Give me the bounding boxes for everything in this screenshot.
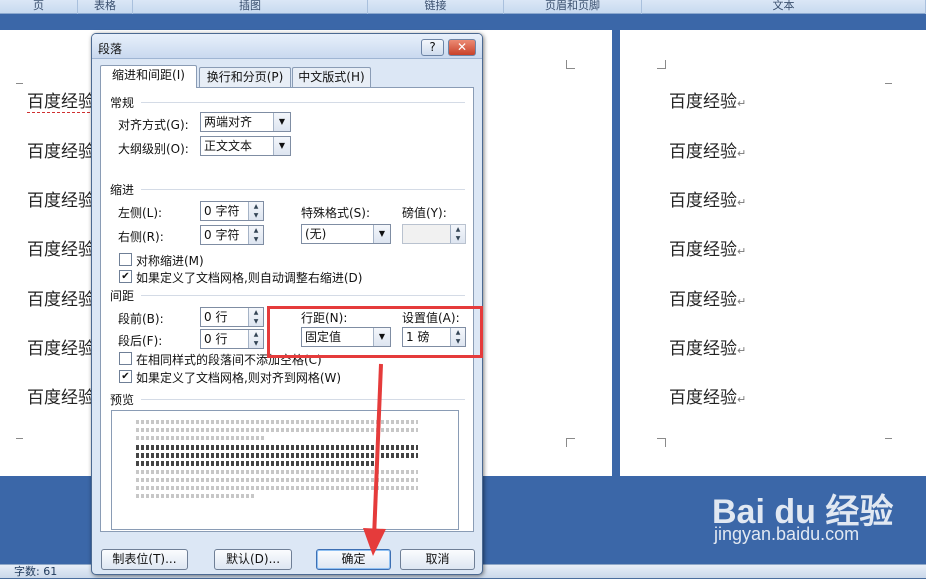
outline-level-select[interactable]: 正文文本 ▼ [200, 136, 291, 156]
tab-line-page-breaks[interactable]: 换行和分页(P) [199, 67, 291, 87]
preview-previous-line [136, 436, 266, 440]
ribbon-group-pages[interactable]: 页 [0, 0, 78, 14]
paragraph-line: 百度经验 [27, 388, 95, 408]
margin-mark [566, 60, 575, 69]
word-count[interactable]: 字数: 61 [14, 565, 57, 579]
dialog-titlebar[interactable]: 段落 ? ✕ [92, 34, 482, 59]
spinner-arrows-icon[interactable]: ▲ ▼ [248, 226, 263, 244]
section-indent-heading: 缩进 [110, 183, 135, 197]
space-before-label: 段前(B): [118, 312, 164, 326]
section-preview-heading: 预览 [110, 393, 135, 407]
auto-adjust-indent-checkbox[interactable]: ✔ [119, 270, 132, 283]
close-button[interactable]: ✕ [448, 39, 476, 56]
paragraph-line: 百度经验↵ [669, 191, 747, 211]
ribbon-group-header-footer[interactable]: 页眉和页脚 [504, 0, 642, 14]
watermark-url: jingyan.baidu.com [714, 524, 860, 544]
document-page-right[interactable]: 百度经验↵ 百度经验↵ 百度经验↵ 百度经验↵ 百度经验↵ 百度经验↵ 百度经验… [620, 30, 926, 476]
margin-mark [16, 75, 23, 84]
section-spacing-heading: 间距 [110, 289, 135, 303]
indent-by-spinner[interactable]: ▲ ▼ [402, 224, 466, 244]
section-divider [141, 295, 465, 296]
spinner-arrows-icon[interactable]: ▲ ▼ [248, 308, 263, 326]
ribbon-group-text[interactable]: 文本 [642, 0, 926, 14]
paragraph-line: 百度经验↵ [669, 92, 747, 112]
outline-level-label: 大纲级别(O): [118, 142, 189, 156]
paragraph-preview [111, 410, 459, 530]
paragraph-line: 百度经验 [27, 240, 95, 260]
chevron-down-icon: ▼ [273, 137, 290, 155]
preview-following-line [136, 494, 256, 498]
section-divider [141, 189, 465, 190]
mirror-indent-label: 对称缩进(M) [136, 254, 204, 268]
paragraph-line: 百度经验 [27, 92, 95, 113]
indent-left-label: 左侧(L): [118, 206, 163, 220]
ribbon-group-illustrations[interactable]: 插图 [133, 0, 368, 14]
indent-right-spinner[interactable]: 0 字符 ▲ ▼ [200, 225, 264, 245]
preview-current-line [136, 461, 376, 466]
annotation-arrow [363, 363, 386, 556]
no-space-same-style-checkbox[interactable] [119, 352, 132, 365]
ribbon-group-links[interactable]: 链接 [368, 0, 504, 14]
paragraph-line: 百度经验 [27, 290, 95, 310]
indent-left-spinner[interactable]: 0 字符 ▲ ▼ [200, 201, 264, 221]
margin-mark [657, 438, 666, 447]
spinner-arrows-icon[interactable]: ▲ ▼ [248, 330, 263, 348]
paragraph-line: 百度经验↵ [669, 290, 747, 310]
set-default-button[interactable]: 默认(D)... [214, 549, 292, 570]
margin-mark [16, 438, 23, 447]
alignment-label: 对齐方式(G): [118, 118, 189, 132]
margin-mark [566, 438, 575, 447]
tabs-button[interactable]: 制表位(T)... [101, 549, 188, 570]
mirror-indent-checkbox[interactable] [119, 253, 132, 266]
snap-to-grid-checkbox[interactable]: ✔ [119, 370, 132, 383]
snap-to-grid-label: 如果定义了文档网格,则对齐到网格(W) [136, 371, 342, 385]
chevron-down-icon: ▼ [373, 225, 390, 243]
margin-mark [657, 60, 666, 69]
paragraph-line: 百度经验 [27, 191, 95, 211]
spinner-arrows-icon[interactable]: ▲ ▼ [450, 225, 465, 243]
indent-by-label: 磅值(Y): [402, 206, 447, 220]
paragraph-line: 百度经验↵ [669, 339, 747, 359]
auto-adjust-indent-label: 如果定义了文档网格,则自动调整右缩进(D) [136, 271, 363, 285]
special-format-label: 特殊格式(S): [301, 206, 371, 220]
alignment-select[interactable]: 两端对齐 ▼ [200, 112, 291, 132]
paragraph-line: 百度经验↵ [669, 142, 747, 162]
paragraph-line: 百度经验↵ [669, 240, 747, 260]
section-divider [141, 399, 465, 400]
dialog-title: 段落 [98, 42, 123, 56]
paragraph-line: 百度经验 [27, 142, 95, 162]
space-after-label: 段后(F): [118, 334, 163, 348]
section-divider [141, 102, 465, 103]
section-general-heading: 常规 [110, 96, 135, 110]
spinner-arrows-icon[interactable]: ▲ ▼ [248, 202, 263, 220]
help-button[interactable]: ? [421, 39, 444, 56]
paragraph-line: 百度经验↵ [669, 388, 747, 408]
space-before-spinner[interactable]: 0 行 ▲ ▼ [200, 307, 264, 327]
paragraph-line: 百度经验 [27, 339, 95, 359]
indent-right-label: 右侧(R): [118, 230, 164, 244]
paragraph-dialog: 段落 ? ✕ 缩进和间距(I) 换行和分页(P) 中文版式(H) 常规 对齐方式… [91, 33, 483, 575]
highlight-box [267, 306, 483, 358]
special-format-select[interactable]: (无) ▼ [301, 224, 391, 244]
cancel-button[interactable]: 取消 [400, 549, 475, 570]
tab-indents-spacing[interactable]: 缩进和间距(I) [100, 65, 197, 88]
ribbon-group-bar: 页 表格 插图 链接 页眉和页脚 文本 [0, 0, 926, 14]
margin-mark [885, 438, 892, 447]
space-after-spinner[interactable]: 0 行 ▲ ▼ [200, 329, 264, 349]
chevron-down-icon: ▼ [273, 113, 290, 131]
ribbon-group-tables[interactable]: 表格 [78, 0, 133, 14]
tab-asian-typography[interactable]: 中文版式(H) [292, 67, 371, 87]
margin-mark [885, 75, 892, 84]
